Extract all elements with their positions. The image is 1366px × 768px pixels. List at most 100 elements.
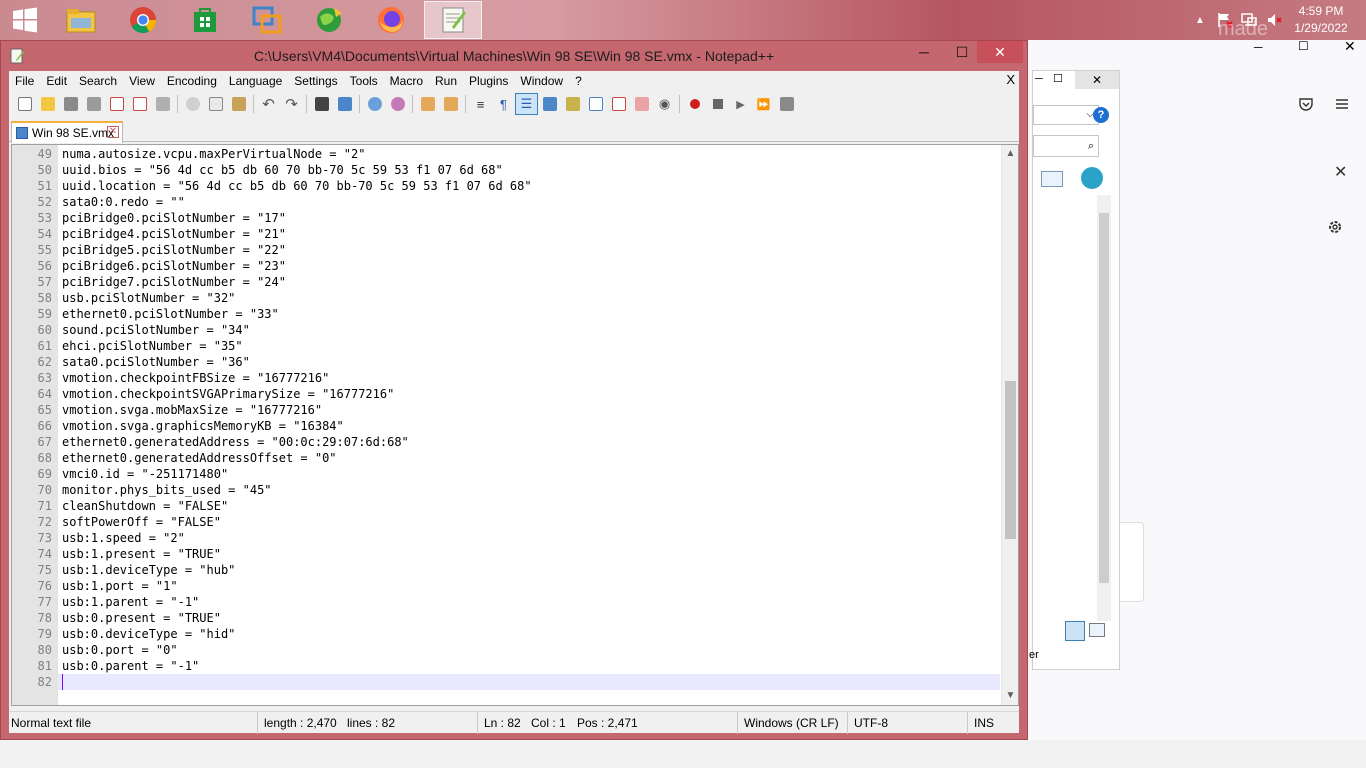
volume-muted-icon[interactable]	[1266, 11, 1284, 29]
run-macro-multiple-button[interactable]: ⏩	[752, 93, 775, 115]
cut-button[interactable]	[181, 93, 204, 115]
replace-button[interactable]	[333, 93, 356, 115]
monitoring-button[interactable]: ◉	[653, 93, 676, 115]
taskbar-vmware[interactable]	[238, 1, 296, 39]
maximize-button[interactable]: ☐	[945, 41, 979, 63]
doc-map-button[interactable]	[561, 93, 584, 115]
close-file-button[interactable]	[105, 93, 128, 115]
menu-language[interactable]: Language	[223, 71, 288, 91]
undo-button[interactable]: ↶	[257, 93, 280, 115]
stop-macro-button[interactable]	[706, 93, 729, 115]
toolbar-separator	[253, 95, 254, 113]
tab-win98se-vmx[interactable]: Win 98 SE.vmx ✕	[11, 121, 123, 143]
taskbar-file-explorer[interactable]	[52, 1, 110, 39]
zoom-out-button[interactable]	[386, 93, 409, 115]
bg-minimize-icon[interactable]: ─	[1254, 40, 1263, 54]
bg-inner-close-button[interactable]: ✕	[1075, 71, 1119, 89]
close-document-icon[interactable]: X	[1006, 72, 1015, 87]
menu-view[interactable]: View	[123, 71, 161, 91]
word-wrap-button[interactable]: ≡	[469, 93, 492, 115]
new-file-button[interactable]	[13, 93, 36, 115]
copy-button[interactable]	[204, 93, 227, 115]
bg-inner-scrollbar[interactable]	[1097, 195, 1111, 621]
bg-inner-dropdown[interactable]: ⌵	[1033, 105, 1099, 125]
text-caret	[62, 674, 63, 690]
sync-vertical-button[interactable]	[416, 93, 439, 115]
notepadpp-client-area: File Edit Search View Encoding Language …	[9, 71, 1019, 734]
minimize-button[interactable]: ─	[907, 41, 941, 63]
redo-button[interactable]: ↷	[280, 93, 303, 115]
line-number: 58	[37, 291, 52, 305]
pocket-icon[interactable]	[1298, 96, 1314, 112]
menu-encoding[interactable]: Encoding	[161, 71, 223, 91]
taskbar-store[interactable]	[176, 1, 234, 39]
status-encoding[interactable]: UTF-8	[847, 712, 888, 734]
bg-inner-minimize-icon[interactable]: ─	[1035, 73, 1043, 85]
folder-workspace-button[interactable]	[630, 93, 653, 115]
status-eol[interactable]: Windows (CR LF)	[737, 712, 839, 734]
tray-overflow-chevron-icon[interactable]: ▲	[1192, 15, 1208, 26]
menu-help[interactable]: ?	[569, 71, 588, 91]
save-all-button[interactable]	[82, 93, 105, 115]
start-button[interactable]	[0, 1, 50, 39]
function-list-button[interactable]	[607, 93, 630, 115]
new-file-icon	[17, 97, 32, 111]
bg-maximize-icon[interactable]: ☐	[1298, 39, 1309, 53]
hamburger-menu-icon[interactable]	[1334, 96, 1350, 112]
notepadpp-window[interactable]: C:\Users\VM4\Documents\Virtual Machines\…	[0, 40, 1028, 740]
view-details-icon[interactable]	[1065, 621, 1085, 641]
find-button[interactable]	[310, 93, 333, 115]
show-all-chars-button[interactable]: ¶	[492, 93, 515, 115]
menu-file[interactable]: File	[9, 71, 40, 91]
indent-guide-button[interactable]: ☰	[515, 93, 538, 115]
bg-inner-shell-icon[interactable]	[1081, 167, 1103, 189]
print-button[interactable]	[151, 93, 174, 115]
bg-close-icon[interactable]: ✕	[1344, 38, 1356, 55]
record-macro-button[interactable]	[683, 93, 706, 115]
close-all-button[interactable]	[128, 93, 151, 115]
menu-search[interactable]: Search	[73, 71, 123, 91]
menu-run[interactable]: Run	[429, 71, 463, 91]
bg-inner-maximize-icon[interactable]: ☐	[1053, 72, 1063, 85]
help-icon[interactable]: ?	[1093, 107, 1109, 123]
udl-button[interactable]	[538, 93, 561, 115]
line-number: 50	[37, 163, 52, 177]
code-line: vmotion.checkpointFBSize = "16777216"	[62, 371, 330, 385]
menu-settings[interactable]: Settings	[288, 71, 343, 91]
scroll-down-arrow-icon[interactable]: ▼	[1005, 689, 1016, 703]
taskbar-globe-app[interactable]	[300, 1, 358, 39]
bg-inner-search-box[interactable]: ⌕	[1033, 135, 1099, 157]
window-title: C:\Users\VM4\Documents\Virtual Machines\…	[253, 48, 775, 64]
bg-close-panel-icon[interactable]: ✕	[1334, 162, 1347, 182]
tab-close-icon[interactable]: ✕	[107, 126, 119, 138]
text-editor[interactable]: 49 50 51 52 53 54 55 56 57 58 59 60 61 62 63 64 65 66 67 68…	[11, 144, 1019, 706]
doc-list-button[interactable]	[584, 93, 607, 115]
zoom-in-button[interactable]	[363, 93, 386, 115]
menu-macro[interactable]: Macro	[384, 71, 429, 91]
vertical-scrollbar[interactable]: ▲ ▼	[1001, 145, 1018, 705]
save-macro-button[interactable]	[775, 93, 798, 115]
menu-tools[interactable]: Tools	[344, 71, 384, 91]
close-button[interactable]: ✕	[977, 41, 1023, 63]
taskbar-firefox[interactable]	[362, 1, 420, 39]
menu-edit[interactable]: Edit	[40, 71, 73, 91]
windows-logo-icon	[13, 7, 37, 33]
bg-inner-scroll-thumb[interactable]	[1099, 213, 1109, 583]
menu-plugins[interactable]: Plugins	[463, 71, 514, 91]
taskbar-chrome[interactable]	[114, 1, 172, 39]
scroll-thumb[interactable]	[1005, 381, 1016, 539]
save-button[interactable]	[59, 93, 82, 115]
taskbar-notepadpp[interactable]	[424, 1, 482, 39]
open-file-button[interactable]	[36, 93, 59, 115]
play-macro-button[interactable]: ▶	[729, 93, 752, 115]
settings-gear-icon[interactable]	[1326, 218, 1344, 236]
scroll-up-arrow-icon[interactable]: ▲	[1005, 147, 1016, 161]
taskbar-clock[interactable]: 4:59 PM 1/29/2022	[1286, 3, 1356, 37]
view-preview-icon[interactable]	[1089, 623, 1105, 637]
code-line: pciBridge4.pciSlotNumber = "21"	[62, 227, 286, 241]
paste-button[interactable]	[227, 93, 250, 115]
status-insert-mode[interactable]: INS	[967, 712, 994, 734]
sync-horizontal-button[interactable]	[439, 93, 462, 115]
menu-window[interactable]: Window	[514, 71, 569, 91]
bg-inner-envelope-icon[interactable]	[1041, 171, 1063, 187]
